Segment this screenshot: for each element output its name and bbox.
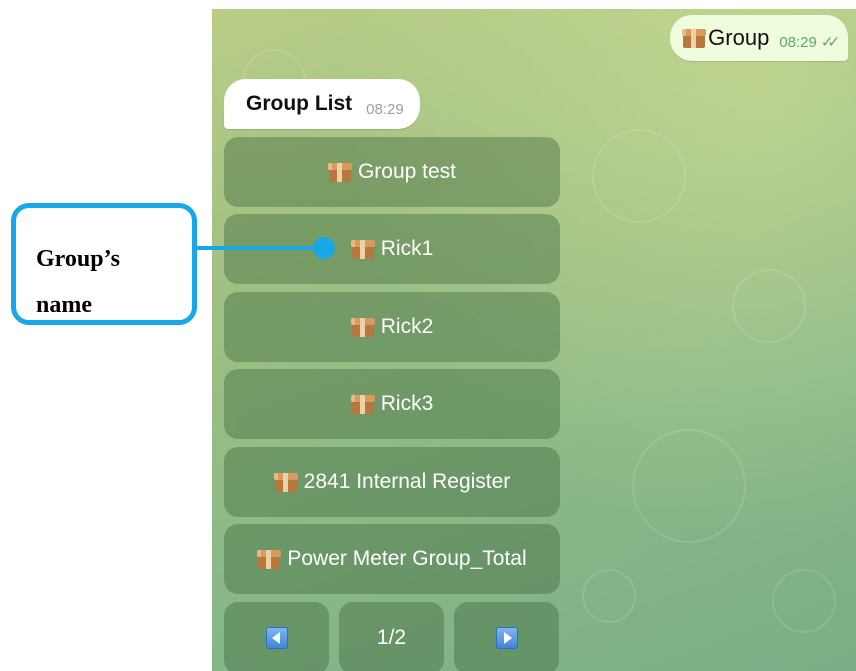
button-label: 2841 Internal Register [303,470,511,493]
left-arrow-icon [265,627,288,649]
wallpaper-doodle [582,569,636,623]
page-indicator: 1/2 [376,626,407,649]
button-label: Power Meter Group_Total [287,547,527,570]
outgoing-message[interactable]: Group 08:29 ✓✓ [670,15,848,61]
button-label: Group test [357,160,457,183]
message-text: Group List [246,92,353,115]
package-icon [273,472,298,492]
wallpaper-doodle [632,429,746,543]
previous-page-button[interactable] [224,602,329,671]
message-time: 08:29 [366,100,404,118]
package-icon [682,28,707,48]
group-button-power-meter-group-total[interactable]: Power Meter Group_Total [224,524,560,594]
chat-area: Group 08:29 ✓✓ Group List 08:29 Group te… [212,9,856,671]
message-text: Group [708,25,770,50]
next-page-button[interactable] [454,602,559,671]
package-icon [327,162,352,182]
package-icon [257,549,282,569]
message-time: 08:29 [779,33,817,51]
package-icon [350,239,375,259]
wallpaper-doodle [772,569,836,633]
annotation-callout: Group’s name [11,203,197,325]
group-button-rick2[interactable]: Rick2 [224,292,560,362]
page-indicator-button[interactable]: 1/2 [339,602,444,671]
button-label: Rick3 [380,392,434,415]
wallpaper-doodle [732,269,806,343]
group-button-rick3[interactable]: Rick3 [224,369,560,439]
button-label: Rick1 [380,237,434,260]
double-check-icon: ✓✓ [820,34,840,51]
group-button-2841-internal-register[interactable]: 2841 Internal Register [224,447,560,517]
package-icon [350,317,375,337]
annotation-line-1: Group’s [36,246,121,272]
group-button-group-test[interactable]: Group test [224,137,560,207]
incoming-message[interactable]: Group List 08:29 [224,79,420,129]
callout-pointer-dot [313,237,335,259]
annotation-line-2: name [36,292,92,318]
wallpaper-doodle [592,129,686,223]
callout-connector-line [197,246,319,250]
package-icon [350,394,375,414]
right-arrow-icon [495,627,518,649]
button-label: Rick2 [380,315,434,338]
